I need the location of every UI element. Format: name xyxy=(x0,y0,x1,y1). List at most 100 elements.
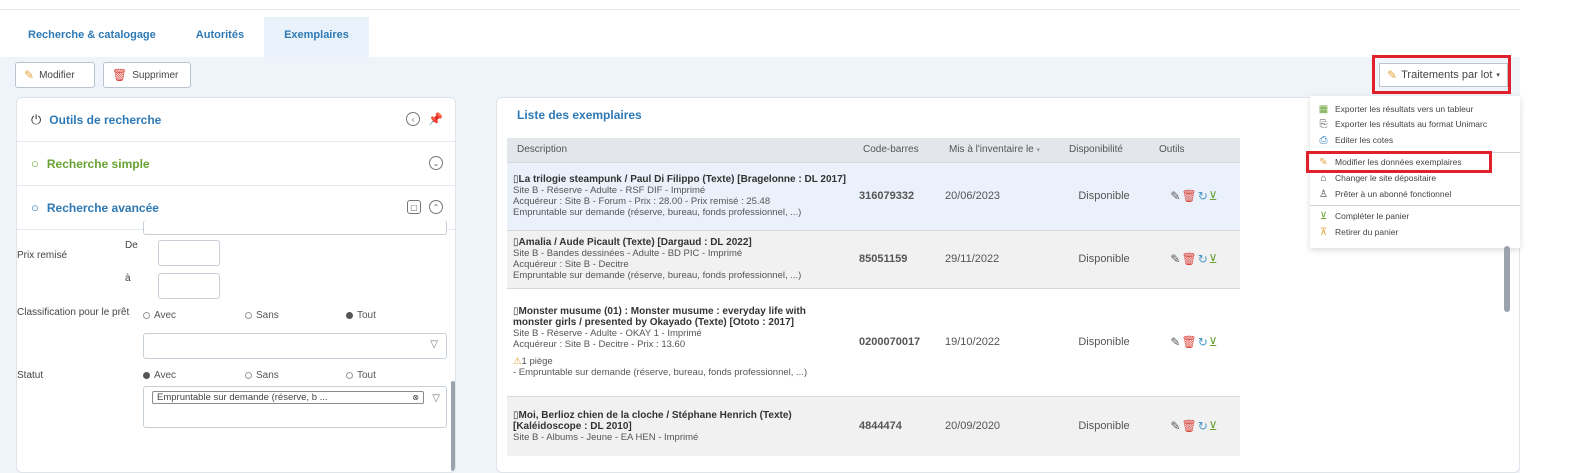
tools-header[interactable]: ⏻ Outils de recherche ‹ 📌 xyxy=(17,98,455,142)
table-row[interactable]: ▯La trilogie steampunk / Paul Di Filippo… xyxy=(507,161,1240,230)
menu-item-complete-cart[interactable]: ⊻ Compléter le panier xyxy=(1318,209,1409,223)
statut-avec-radio[interactable]: Avec xyxy=(143,370,176,381)
prix-remise-to-input[interactable] xyxy=(158,273,220,299)
statut-tag[interactable]: Empruntable sur demande (réserve, b ... … xyxy=(152,391,424,404)
close-icon[interactable]: ⊗ xyxy=(412,392,419,403)
tools-title: Outils de recherche xyxy=(49,112,162,127)
menu-item-label: Retirer du panier xyxy=(1335,227,1399,237)
item-title[interactable]: ▯La trilogie steampunk / Paul Di Filippo… xyxy=(513,174,847,185)
column-header-description[interactable]: Description xyxy=(507,138,853,162)
barcode-cell: 0200070017 xyxy=(853,287,939,396)
refresh-icon[interactable]: ↻ xyxy=(1198,189,1209,203)
refresh-icon[interactable]: ↻ xyxy=(1198,335,1209,349)
prix-remise-from-input[interactable] xyxy=(158,240,220,266)
statut-select[interactable]: Empruntable sur demande (réserve, b ... … xyxy=(143,386,447,428)
table-header-row: Description Code-barres Mis à l'inventai… xyxy=(507,138,1240,162)
reset-icon[interactable]: ▢ xyxy=(407,200,421,214)
item-title-text: Amalia / Aude Picault (Texte) [Dargaud :… xyxy=(518,237,752,248)
description-cell: ▯Amalia / Aude Picault (Texte) [Dargaud … xyxy=(507,229,853,288)
tools-cell: ✎🗑↻⊻ xyxy=(1149,161,1240,230)
radio-label: Avec xyxy=(154,310,177,321)
chevron-down-icon[interactable]: ⌄ xyxy=(429,156,443,170)
list-title: Liste des exemplaires xyxy=(517,108,642,122)
date-cell: 20/06/2023 xyxy=(939,161,1059,230)
cart-add-icon[interactable]: ⊻ xyxy=(1209,189,1219,203)
radio-dot xyxy=(245,372,252,379)
chevron-up-icon[interactable]: ⌃ xyxy=(429,200,443,214)
pencil-icon[interactable]: ✎ xyxy=(1170,419,1181,433)
refresh-icon[interactable]: ↻ xyxy=(1198,419,1209,433)
table-row[interactable]: ▯Moi, Berlioz chien de la cloche / Stéph… xyxy=(507,395,1240,456)
statut-tout-radio[interactable]: Tout xyxy=(346,370,376,381)
tab-recherche-catalogage[interactable]: Recherche & catalogage xyxy=(8,17,176,57)
previous-field[interactable] xyxy=(143,220,447,235)
menu-item-export-unimarc[interactable]: ⎘ Exporter les résultats au format Unimar… xyxy=(1318,117,1488,131)
trash-icon[interactable]: 🗑 xyxy=(1181,252,1197,266)
page-scrollbar[interactable] xyxy=(1504,246,1510,312)
delete-button[interactable]: 🗑 Supprimer xyxy=(103,62,191,88)
menu-item-label: Exporter les résultats au format Unimarc xyxy=(1335,119,1488,129)
item-line: Acquéreur : Site B - Forum - Prix : 28.0… xyxy=(513,196,771,207)
trash-icon[interactable]: 🗑 xyxy=(1181,335,1197,349)
pencil-icon[interactable]: ✎ xyxy=(1170,189,1181,203)
trash-icon[interactable]: 🗑 xyxy=(1181,189,1197,203)
tab-exemplaires[interactable]: Exemplaires xyxy=(264,17,369,57)
pencil-icon: ✎ xyxy=(24,68,35,82)
classification-tout-radio[interactable]: Tout xyxy=(346,310,376,321)
availability-cell: Disponible xyxy=(1059,287,1149,396)
cart-add-icon[interactable]: ⊻ xyxy=(1209,419,1219,433)
item-line: Site B - Réserve - Adulte - RSF DIF - Im… xyxy=(513,185,706,196)
pencil-icon[interactable]: ✎ xyxy=(1170,252,1181,266)
left-scrollbar[interactable] xyxy=(451,381,455,471)
item-line: Acquéreur : Site B - Decitre - Prix : 13… xyxy=(513,339,686,350)
file-export-icon: ⎘ xyxy=(1319,118,1328,130)
item-title[interactable]: ▯Monster musume (01) : Monster musume : … xyxy=(513,306,847,328)
modify-button[interactable]: ✎ Modifier xyxy=(15,62,95,88)
cart-add-icon[interactable]: ⊻ xyxy=(1209,252,1219,266)
column-header-tools: Outils xyxy=(1149,138,1240,162)
table-row[interactable]: ▯Amalia / Aude Picault (Texte) [Dargaud … xyxy=(507,229,1240,288)
column-header-barcode[interactable]: Code-barres xyxy=(853,138,939,162)
menu-item-edit-labels[interactable]: ⎙ Editer les cotes xyxy=(1318,133,1394,147)
item-title[interactable]: ▯Moi, Berlioz chien de la cloche / Stéph… xyxy=(513,410,847,432)
radio-label: Tout xyxy=(357,310,376,321)
refresh-icon[interactable]: ↻ xyxy=(1198,252,1209,266)
printer-icon: ⎙ xyxy=(1319,134,1328,146)
radio-label: Tout xyxy=(357,370,376,381)
trash-icon[interactable]: 🗑 xyxy=(1181,419,1197,433)
simple-search-title: Recherche simple xyxy=(46,156,150,171)
classification-avec-radio[interactable]: Avec xyxy=(143,310,176,321)
power-icon: ⏻ xyxy=(31,111,42,127)
column-header-availability[interactable]: Disponibilité xyxy=(1059,138,1149,162)
statut-sans-radio[interactable]: Sans xyxy=(245,370,279,381)
classification-select[interactable]: ▽ xyxy=(143,333,447,359)
column-header-inventory-date[interactable]: Mis à l'inventaire le ▾ xyxy=(939,138,1059,162)
delete-label: Supprimer xyxy=(132,69,179,81)
barcode-cell: 85051159 xyxy=(853,229,939,288)
menu-item-label: Exporter les résultats vers un tableur xyxy=(1335,104,1474,114)
pin-icon[interactable]: 📌 xyxy=(428,112,443,126)
chevron-left-icon[interactable]: ‹ xyxy=(406,112,421,126)
date-cell: 19/10/2022 xyxy=(939,287,1059,396)
date-cell: 29/11/2022 xyxy=(939,229,1059,288)
menu-item-export-spreadsheet[interactable]: ▦ Exporter les résultats vers un tableur xyxy=(1318,102,1474,116)
classification-sans-radio[interactable]: Sans xyxy=(245,310,279,321)
item-line: Site B - Réserve - Adulte - OKAY 1 - Imp… xyxy=(513,328,702,339)
menu-item-remove-cart[interactable]: ⊼ Retirer du panier xyxy=(1318,225,1398,239)
menu-item-lend-functional[interactable]: ♙ Prêter à un abonné fonctionnel xyxy=(1318,187,1451,201)
statut-tag-text: Empruntable sur demande (réserve, b ... xyxy=(157,392,328,403)
barcode-cell: 316079332 xyxy=(853,161,939,230)
trash-icon: 🗑 xyxy=(112,68,128,82)
menu-item-change-site[interactable]: ⌂ Changer le site dépositaire xyxy=(1318,171,1436,185)
pencil-icon[interactable]: ✎ xyxy=(1170,335,1181,349)
prix-remise-label: Prix remisé xyxy=(17,250,68,261)
item-title[interactable]: ▯Amalia / Aude Picault (Texte) [Dargaud … xyxy=(513,237,847,248)
cart-add-icon[interactable]: ⊻ xyxy=(1209,335,1219,349)
chevron-down-icon: ▽ xyxy=(432,393,440,404)
tab-autorites[interactable]: Autorités xyxy=(176,17,264,57)
radio-label: Avec xyxy=(154,370,177,381)
table-row[interactable]: ▯Monster musume (01) : Monster musume : … xyxy=(507,287,1240,396)
chevron-down-icon: ▽ xyxy=(430,339,438,350)
simple-search-header[interactable]: ○ Recherche simple ⌄ xyxy=(17,142,455,186)
highlight-box-batch xyxy=(1372,55,1511,94)
